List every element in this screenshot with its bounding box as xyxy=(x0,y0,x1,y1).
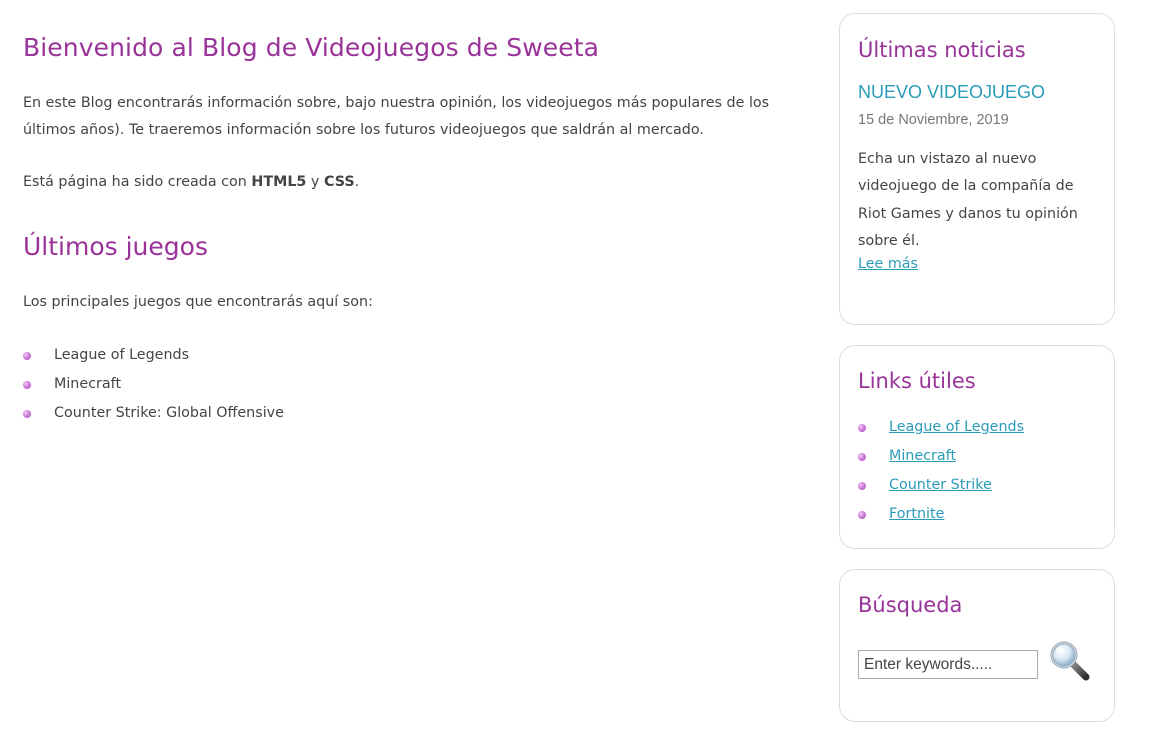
list-item: Counter Strike: Global Offensive xyxy=(23,399,284,428)
intro-paragraph: En este Blog encontrarás información sob… xyxy=(23,95,770,138)
bullet-icon xyxy=(858,424,866,432)
news-date: 15 de Noviembre, 2019 xyxy=(858,112,1009,128)
page: Bienvenido al Blog de Videojuegos de Swe… xyxy=(0,0,1150,737)
bullet-icon xyxy=(858,511,866,519)
news-heading: Últimas noticias xyxy=(858,38,1026,62)
games-heading: Últimos juegos xyxy=(23,232,208,261)
games-intro: Los principales juegos que encontrarás a… xyxy=(23,294,373,310)
list-item: Minecraft xyxy=(23,370,284,399)
built-and: y xyxy=(306,174,324,190)
news-body: Echa un vistazo al nuevo videojuego de l… xyxy=(858,151,1078,249)
game-label: Counter Strike: Global Offensive xyxy=(54,405,284,421)
list-item: Counter Strike xyxy=(858,471,1024,500)
list-item: League of Legends xyxy=(858,413,1024,442)
links-heading: Links útiles xyxy=(858,369,976,393)
search-button[interactable] xyxy=(1049,640,1091,682)
read-more-link[interactable]: Lee más xyxy=(858,256,918,272)
bullet-icon xyxy=(858,482,866,490)
built-prefix: Está página ha sido creada con xyxy=(23,174,252,190)
search-input[interactable] xyxy=(858,650,1038,679)
news-box: Últimas noticias NUEVO VIDEOJUEGO 15 de … xyxy=(839,13,1115,325)
bullet-icon xyxy=(858,453,866,461)
search-heading: Búsqueda xyxy=(858,593,963,617)
page-title: Bienvenido al Blog de Videojuegos de Swe… xyxy=(23,33,600,62)
built-with-paragraph: Está página ha sido creada con HTML5 y C… xyxy=(23,169,359,196)
game-label: League of Legends xyxy=(54,347,190,363)
built-suffix: . xyxy=(354,174,360,190)
link-fortnite[interactable]: Fortnite xyxy=(889,506,944,522)
css-label: CSS xyxy=(323,174,355,190)
link-league-of-legends[interactable]: League of Legends xyxy=(889,419,1024,435)
list-item: Minecraft xyxy=(858,442,1024,471)
link-minecraft[interactable]: Minecraft xyxy=(889,448,956,464)
html5-label: HTML5 xyxy=(251,174,307,190)
games-list: League of Legends Minecraft Counter Stri… xyxy=(23,341,284,428)
useful-links-box: Links útiles League of Legends Minecraft… xyxy=(839,345,1115,549)
bullet-icon xyxy=(23,410,31,418)
bullet-icon xyxy=(23,352,31,360)
magnifying-glass-icon xyxy=(1050,641,1090,681)
link-counter-strike[interactable]: Counter Strike xyxy=(889,477,992,493)
search-box: Búsqueda xyxy=(839,569,1115,722)
list-item: Fortnite xyxy=(858,500,1024,529)
links-list: League of Legends Minecraft Counter Stri… xyxy=(858,413,1024,529)
game-label: Minecraft xyxy=(54,376,122,392)
list-item: League of Legends xyxy=(23,341,284,370)
news-title: NUEVO VIDEOJUEGO xyxy=(858,82,1046,102)
bullet-icon xyxy=(23,381,31,389)
